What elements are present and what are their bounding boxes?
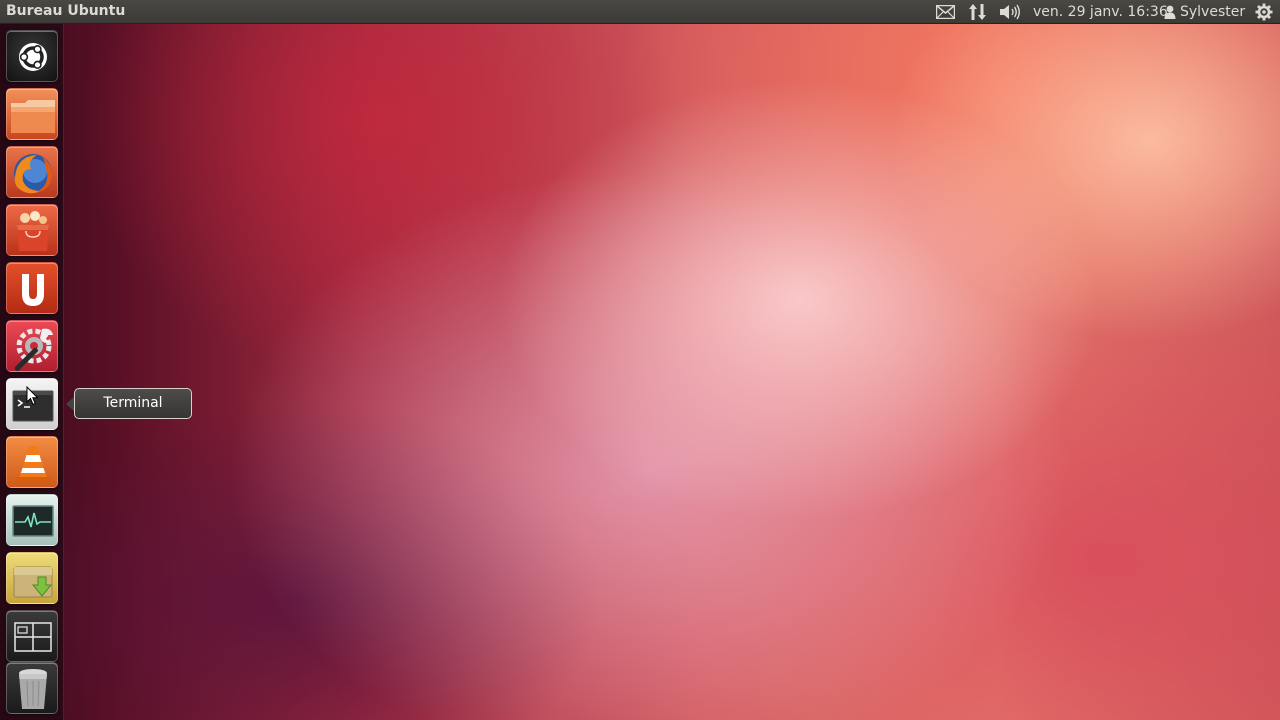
top-panel: Bureau Ubuntu ven. 29 janv. 16:36 Sylves… bbox=[0, 0, 1280, 24]
ubuntu-one-launcher[interactable] bbox=[6, 262, 58, 314]
shopping-bag-icon bbox=[17, 211, 49, 251]
user-name: Sylvester bbox=[1180, 4, 1246, 20]
trash-launcher[interactable] bbox=[6, 662, 58, 714]
network-arrows-icon[interactable] bbox=[968, 0, 987, 24]
software-center-launcher[interactable] bbox=[6, 204, 58, 256]
mouse-pointer-icon bbox=[26, 385, 39, 410]
desktop-wallpaper: Bureau Ubuntu ven. 29 janv. 16:36 Sylves… bbox=[0, 0, 1280, 720]
ubuntu-logo-icon bbox=[19, 43, 47, 71]
launcher bbox=[0, 24, 64, 720]
traffic-cone-icon bbox=[15, 446, 51, 482]
firefox-launcher[interactable] bbox=[6, 146, 58, 198]
archive-manager-launcher[interactable] bbox=[6, 552, 58, 604]
vlc-launcher[interactable] bbox=[6, 436, 58, 488]
person-icon bbox=[1164, 5, 1176, 19]
package-download-icon bbox=[13, 566, 53, 598]
wrench-gear-icon bbox=[14, 328, 53, 371]
dash-home-button[interactable] bbox=[6, 30, 58, 82]
pulse-graph-icon bbox=[12, 505, 54, 537]
envelope-icon[interactable] bbox=[936, 0, 955, 24]
system-monitor-launcher[interactable] bbox=[6, 494, 58, 546]
window-title: Bureau Ubuntu bbox=[6, 3, 126, 19]
system-settings-launcher[interactable] bbox=[6, 320, 58, 372]
workspace-switcher-launcher[interactable] bbox=[6, 610, 58, 662]
ubuntu-one-icon bbox=[22, 274, 44, 306]
files-launcher[interactable] bbox=[6, 88, 58, 140]
folder-icon bbox=[11, 100, 55, 133]
tooltip-label: Terminal bbox=[74, 388, 192, 419]
workspaces-icon bbox=[14, 622, 52, 652]
clock-indicator[interactable]: ven. 29 janv. 16:36 bbox=[1033, 0, 1168, 24]
user-menu[interactable]: Sylvester bbox=[1164, 0, 1245, 24]
speaker-icon[interactable] bbox=[999, 0, 1021, 24]
trash-icon bbox=[19, 669, 47, 709]
gear-icon[interactable] bbox=[1255, 0, 1273, 24]
firefox-icon bbox=[14, 154, 52, 194]
